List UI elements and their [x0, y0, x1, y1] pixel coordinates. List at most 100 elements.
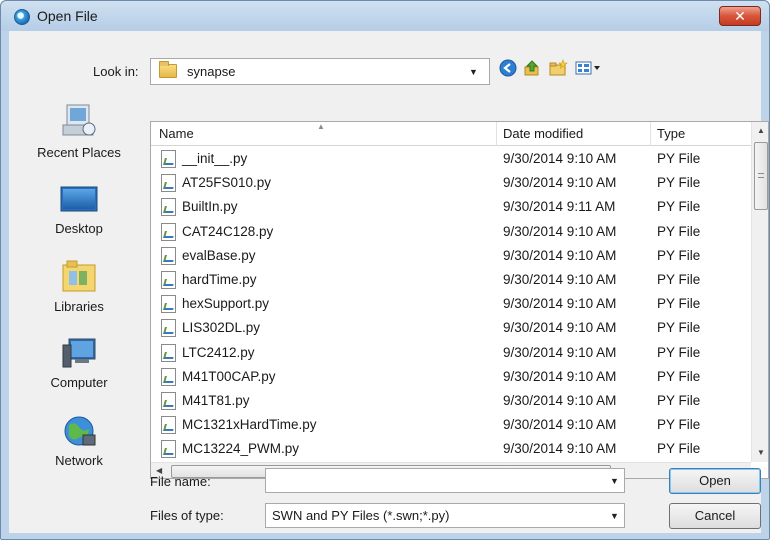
file-date-cell: 9/30/2014 9:10 AM [503, 247, 617, 263]
file-date-cell: 9/30/2014 9:10 AM [503, 271, 617, 287]
scroll-down-icon[interactable]: ▼ [757, 448, 765, 457]
file-name-cell: M41T00CAP.py [182, 368, 276, 384]
view-menu-icon-graphic [575, 61, 600, 75]
py-file-icon [161, 198, 176, 217]
py-file-icon [161, 416, 176, 435]
column-header-type[interactable]: Type [657, 126, 685, 141]
back-arrow-icon-graphic [499, 59, 517, 77]
file-row[interactable]: BuiltIn.py 9/30/2014 9:11 AM PY File [151, 196, 751, 220]
look-in-combo[interactable]: synapse ▼ [150, 58, 490, 85]
desktop-icon [59, 181, 99, 217]
file-name-cell: hexSupport.py [182, 296, 270, 312]
py-file-icon [161, 343, 176, 362]
place-libraries[interactable]: Libraries [17, 257, 141, 314]
up-folder-icon-graphic [524, 60, 539, 76]
file-type-cell: PY File [657, 175, 701, 191]
file-row[interactable]: MC1321xHardTime.py 9/30/2014 9:10 AM PY Fi… [151, 414, 751, 438]
folder-icon [159, 61, 177, 78]
file-row[interactable]: LIS302DL.py 9/30/2014 9:10 AM PY File [151, 317, 751, 341]
file-name-cell: CAT24C128.py [182, 223, 274, 239]
new-folder-icon-graphic [549, 59, 568, 76]
file-type-select[interactable]: SWN and PY Files (*.swn;*.py) ▼ [265, 503, 625, 528]
place-network[interactable]: Network [17, 413, 141, 468]
new-folder-icon[interactable] [547, 59, 569, 81]
file-row[interactable]: AT25FS010.py 9/30/2014 9:10 AM PY File [151, 172, 751, 196]
libraries-icon [59, 257, 99, 295]
file-date-cell: 9/30/2014 9:10 AM [503, 175, 617, 191]
py-file-icon [161, 391, 176, 410]
chevron-down-icon[interactable]: ▼ [469, 67, 478, 77]
place-label: Recent Places [37, 145, 121, 160]
file-name-cell: BuiltIn.py [182, 199, 238, 215]
close-button[interactable]: ✕ [719, 6, 761, 26]
file-row[interactable]: CAT24C128.py 9/30/2014 9:10 AM PY File [151, 221, 751, 245]
places-bar: Recent Places Desktop Libraries Computer… [17, 91, 141, 493]
py-file-icon [161, 319, 176, 338]
file-type-cell: PY File [657, 271, 701, 287]
py-file-icon [161, 367, 176, 386]
file-name-cell: evalBase.py [182, 247, 256, 263]
place-computer[interactable]: Computer [17, 335, 141, 390]
scroll-up-icon[interactable]: ▲ [757, 126, 765, 135]
py-file-icon [161, 270, 176, 289]
view-menu-icon[interactable] [573, 59, 603, 81]
file-date-cell: 9/30/2014 9:10 AM [503, 223, 617, 239]
column-divider[interactable] [650, 122, 651, 146]
file-name-cell: hardTime.py [182, 271, 257, 287]
network-icon [59, 413, 99, 449]
open-button[interactable]: Open [669, 468, 761, 494]
file-name-cell: M41T81.py [182, 392, 250, 408]
file-type-cell: PY File [657, 417, 701, 433]
title-bar: Open File ✕ [1, 1, 769, 31]
file-list[interactable]: Name ▲ Date modified Type __init__.py 9/3… [150, 121, 769, 479]
up-folder-icon[interactable] [521, 59, 543, 81]
file-type-cell: PY File [657, 223, 701, 239]
file-row[interactable]: M41T00CAP.py 9/30/2014 9:10 AM PY File [151, 366, 751, 390]
dialog-title: Open File [37, 8, 98, 24]
file-type-cell: PY File [657, 247, 701, 263]
look-in-value: synapse [187, 64, 236, 79]
file-name-cell: MC13224_PWM.py [182, 441, 300, 457]
vertical-scrollbar[interactable]: ▲ ▼ [751, 122, 768, 462]
file-date-cell: 9/30/2014 9:10 AM [503, 344, 617, 360]
column-header-name[interactable]: Name [159, 126, 194, 141]
file-type-cell: PY File [657, 344, 701, 360]
file-date-cell: 9/30/2014 9:10 AM [503, 368, 617, 384]
computer-icon [59, 335, 99, 371]
py-file-icon [161, 150, 176, 168]
back-arrow-icon[interactable] [497, 59, 519, 81]
file-row[interactable]: hexSupport.py 9/30/2014 9:10 AM PY File [151, 293, 751, 317]
file-type-label: Files of type: [150, 508, 224, 523]
file-row[interactable]: __init__.py 9/30/2014 9:10 AM PY File [151, 148, 751, 172]
file-row[interactable]: MC13224_PWM.py 9/30/2014 9:10 AM PY File [151, 438, 751, 462]
file-name-cell: AT25FS010.py [182, 175, 272, 191]
file-name-cell: MC1321xHardTime.py [182, 417, 317, 433]
place-label: Computer [50, 375, 108, 390]
file-row[interactable]: M41T81.py 9/30/2014 9:10 AM PY File [151, 390, 751, 414]
cancel-button[interactable]: Cancel [669, 503, 761, 529]
column-header-date[interactable]: Date modified [503, 126, 583, 141]
file-name-cell: LIS302DL.py [182, 320, 261, 336]
open-file-dialog: Open File ✕ Look in: synapse ▼ Recent Pl… [0, 0, 770, 540]
file-row[interactable]: evalBase.py 9/30/2014 9:10 AM PY File [151, 245, 751, 269]
place-desktop[interactable]: Desktop [17, 181, 141, 236]
column-header-row: Name ▲ Date modified Type [151, 122, 751, 146]
file-type-value: SWN and PY Files (*.swn;*.py) [272, 508, 450, 523]
place-label: Libraries [54, 299, 104, 314]
place-recent-places[interactable]: Recent Places [17, 101, 141, 160]
place-label: Network [55, 453, 103, 468]
file-date-cell: 9/30/2014 9:10 AM [503, 320, 617, 336]
file-date-cell: 9/30/2014 9:10 AM [503, 296, 617, 312]
chevron-down-icon[interactable]: ▼ [610, 476, 619, 486]
chevron-down-icon[interactable]: ▼ [610, 511, 619, 521]
file-type-cell: PY File [657, 368, 701, 384]
file-row[interactable]: hardTime.py 9/30/2014 9:10 AM PY File [151, 269, 751, 293]
vertical-scroll-thumb[interactable] [754, 142, 768, 210]
py-file-icon [161, 222, 176, 241]
file-row[interactable]: LTC2412.py 9/30/2014 9:10 AM PY File [151, 342, 751, 366]
column-divider[interactable] [496, 122, 497, 146]
file-rows: __init__.py 9/30/2014 9:10 AM PY File AT25F… [151, 148, 751, 462]
file-name-input[interactable]: ▼ [265, 468, 625, 493]
grip-icon [758, 173, 764, 178]
place-label: Desktop [55, 221, 103, 236]
